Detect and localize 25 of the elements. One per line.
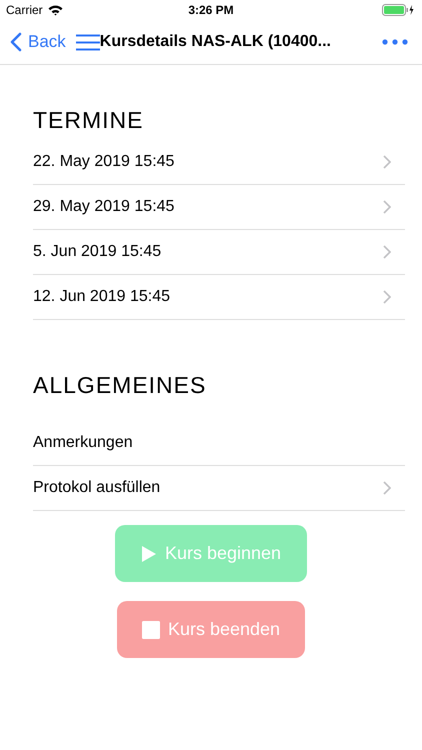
play-icon (140, 544, 157, 562)
battery-icon (382, 4, 414, 16)
more-icon[interactable] (382, 39, 408, 45)
nav-title: Kursdetails NAS-ALK (10400... (100, 33, 331, 51)
row-label: Protokol ausfüllen (33, 479, 160, 497)
row-label: 29. May 2019 15:45 (33, 198, 174, 216)
list-row[interactable]: 22. May 2019 15:45 (33, 140, 405, 185)
status-time: 3:26 PM (188, 3, 234, 17)
list-row[interactable]: Protokol ausfüllen (33, 466, 405, 511)
row-label: Anmerkungen (33, 434, 133, 452)
section-heading: TERMINE (33, 106, 144, 135)
wifi-icon (48, 4, 63, 16)
back-chevron-icon (10, 32, 22, 52)
list-row[interactable]: 5. Jun 2019 15:45 (33, 230, 405, 275)
row-label: 5. Jun 2019 15:45 (33, 243, 162, 261)
carrier-name: Carrier (6, 3, 43, 17)
list-row[interactable]: 29. May 2019 15:45 (33, 185, 405, 230)
section-heading: ALLGEMEINES (33, 371, 208, 400)
list-row[interactable]: Anmerkungen (33, 421, 405, 466)
stop-icon (142, 620, 160, 638)
back-button[interactable]: Back (10, 32, 66, 52)
row-label: 22. May 2019 15:45 (33, 153, 174, 171)
list-row[interactable]: 12. Jun 2019 15:45 (33, 275, 405, 320)
menu-icon[interactable] (76, 34, 100, 50)
row-label: 12. Jun 2019 15:45 (33, 288, 170, 306)
